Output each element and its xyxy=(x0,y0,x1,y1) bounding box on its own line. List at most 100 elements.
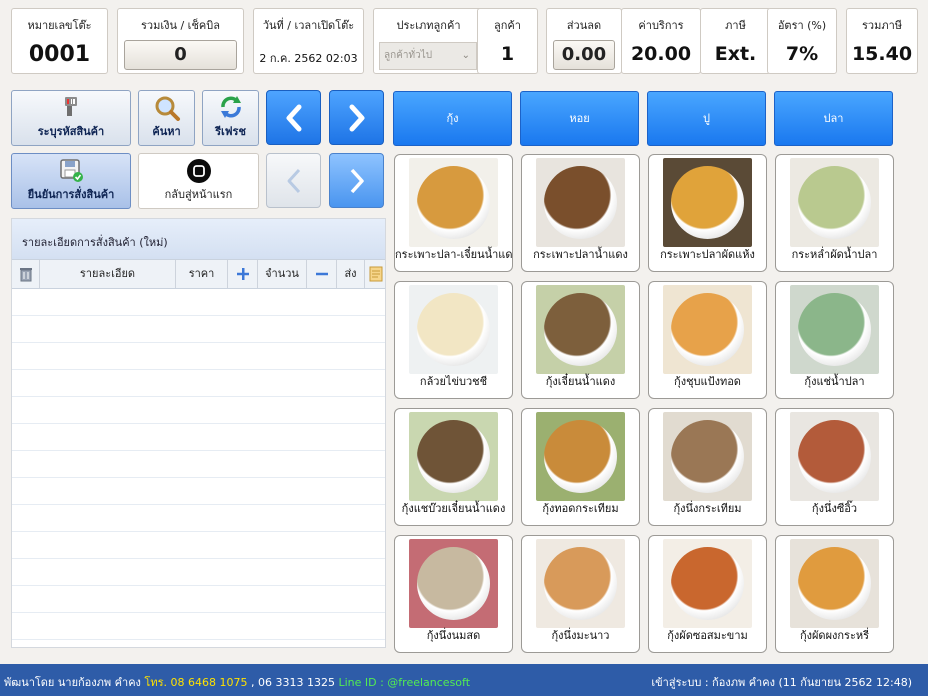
dish-plate xyxy=(544,166,617,239)
tel-label: โทร. xyxy=(144,676,167,689)
dish-plate xyxy=(544,293,617,366)
chevron-left-icon xyxy=(286,104,301,132)
order-row[interactable] xyxy=(12,478,385,505)
tax-rate-value: 7% xyxy=(785,43,819,65)
dish-image xyxy=(663,158,752,247)
menu-item[interactable]: กระเพาะปลาผัดแห้ง xyxy=(648,154,767,272)
menu-item[interactable]: กุ้งผัดผงกระหรี่ xyxy=(775,535,894,653)
refresh-button[interactable]: รีเฟรช xyxy=(202,90,259,146)
menu-item[interactable]: กล้วยไข่บวชชี xyxy=(394,281,513,399)
order-row[interactable] xyxy=(12,370,385,397)
discount-button[interactable]: 0.00 xyxy=(553,40,615,70)
menu-item[interactable]: กุ้งผัดซอสมะขาม xyxy=(648,535,767,653)
order-rows xyxy=(12,289,385,647)
order-row[interactable] xyxy=(12,505,385,532)
developer-info: พัฒนาโดย นายก้องภพ คำคง โทร. 08 6468 107… xyxy=(4,673,470,691)
service-charge-value: 20.00 xyxy=(630,43,692,65)
home-button-label: กลับสู่หน้าแรก xyxy=(164,188,233,201)
menu-item[interactable]: กุ้งแช่น้ำปลา xyxy=(775,281,894,399)
customer-type-select[interactable]: ลูกค้าทั่วไป ⌄ xyxy=(379,42,477,70)
menu-item[interactable]: กุ้งนึ่งนมสด xyxy=(394,535,513,653)
discount-cell: ส่วนลด 0.00 xyxy=(546,8,622,74)
nav-next-button[interactable] xyxy=(329,90,384,145)
dish-image xyxy=(536,539,625,628)
dish-plate xyxy=(798,293,871,366)
menu-item[interactable]: กระเพาะปลา-เจี๋ยนน้ำแดง xyxy=(394,154,513,272)
note-column[interactable] xyxy=(365,260,386,288)
search-button[interactable]: ค้นหา xyxy=(138,90,195,146)
order-row[interactable] xyxy=(12,424,385,451)
dish-image xyxy=(663,285,752,374)
check-bill-button[interactable]: 0 xyxy=(124,40,237,70)
dish-name: กุ้งนึ่งนมสด xyxy=(426,629,481,642)
dish-image xyxy=(663,412,752,501)
order-row[interactable] xyxy=(12,613,385,640)
open-time-label: วันที่ / เวลาเปิดโต๊ะ xyxy=(262,19,355,32)
dish-plate xyxy=(671,547,744,620)
dish-image xyxy=(409,285,498,374)
table-number-label: หมายเลขโต๊ะ xyxy=(27,19,92,32)
plus-icon xyxy=(236,268,249,280)
menu-item[interactable]: กุ้งนึ่งมะนาว xyxy=(521,535,640,653)
dish-name: กระเพาะปลาน้ำแดง xyxy=(533,248,628,261)
menu-item[interactable]: กุ้งทอดกระเทียม xyxy=(521,408,640,526)
total-tax-value: 15.40 xyxy=(851,43,913,65)
dish-plate xyxy=(544,547,617,620)
nav-next-secondary-button[interactable] xyxy=(329,153,384,208)
dish-name: กระหล่ำผัดน้ำปลา xyxy=(791,248,878,261)
status-footer: พัฒนาโดย นายก้องภพ คำคง โทร. 08 6468 107… xyxy=(0,664,928,696)
dish-name: กุ้งแช่น้ำปลา xyxy=(804,375,865,388)
menu-item[interactable]: กระเพาะปลาน้ำแดง xyxy=(521,154,640,272)
line-id: Line ID : @freelancesoft xyxy=(338,676,471,689)
dish-image xyxy=(790,158,879,247)
tel-1: 08 6468 1075 xyxy=(170,676,248,689)
order-row[interactable] xyxy=(12,316,385,343)
menu-item[interactable]: กุ้งนึ่งกระเทียม xyxy=(648,408,767,526)
dish-image xyxy=(536,285,625,374)
dish-image xyxy=(790,539,879,628)
home-button[interactable]: กลับสู่หน้าแรก xyxy=(138,153,259,209)
dish-plate xyxy=(671,293,744,366)
menu-item[interactable]: กุ้งนึ่งซีอิ๊ว xyxy=(775,408,894,526)
dish-name: กุ้งนึ่งมะนาว xyxy=(551,629,610,642)
decrease-qty-column[interactable] xyxy=(307,260,337,288)
order-row[interactable] xyxy=(12,532,385,559)
search-icon xyxy=(139,95,194,121)
category-tab-shellfish[interactable]: หอย xyxy=(520,91,639,146)
category-tab-fish[interactable]: ปลา xyxy=(774,91,893,146)
category-tab-crab[interactable]: ปู xyxy=(647,91,766,146)
order-row[interactable] xyxy=(12,397,385,424)
order-row[interactable] xyxy=(12,343,385,370)
dish-plate xyxy=(798,420,871,493)
menu-item[interactable]: กระหล่ำผัดน้ำปลา xyxy=(775,154,894,272)
order-row[interactable] xyxy=(12,586,385,613)
menu-item[interactable]: กุ้งเจี๋ยนน้ำแดง xyxy=(521,281,640,399)
order-row[interactable] xyxy=(12,289,385,316)
order-row[interactable] xyxy=(12,451,385,478)
service-charge-label: ค่าบริการ xyxy=(638,19,684,32)
dish-image xyxy=(536,158,625,247)
dish-plate xyxy=(544,420,617,493)
dish-image xyxy=(409,539,498,628)
nav-prev-button[interactable] xyxy=(266,90,321,145)
dish-name: กุ้งนึ่งซีอิ๊ว xyxy=(811,502,858,515)
order-row[interactable] xyxy=(12,559,385,586)
barcode-button[interactable]: ระบุรหัสสินค้า xyxy=(11,90,131,146)
delete-column[interactable] xyxy=(12,260,40,288)
tax-label: ภาษี xyxy=(725,19,746,32)
dish-image xyxy=(536,412,625,501)
menu-item[interactable]: กุ้งแชบ๊วยเจี๋ยนน้ำแดง xyxy=(394,408,513,526)
menu-item[interactable]: กุ้งชุบแป้งทอด xyxy=(648,281,767,399)
save-icon xyxy=(12,158,130,182)
chevron-left-icon xyxy=(287,168,300,194)
confirm-order-button[interactable]: ยืนยันการสั่งสินค้า xyxy=(11,153,131,209)
nav-prev-disabled-button[interactable] xyxy=(266,153,321,208)
customer-count-value: 1 xyxy=(500,43,515,65)
dish-image xyxy=(790,412,879,501)
refresh-button-label: รีเฟรช xyxy=(215,125,246,138)
category-tab-shrimp[interactable]: กุ้ง xyxy=(393,91,512,146)
tax-rate-label: อัตรา (%) xyxy=(777,19,827,32)
increase-qty-column[interactable] xyxy=(228,260,258,288)
open-time-value: 2 ก.ค. 2562 02:03 xyxy=(259,52,358,65)
total-tax-label: รวมภาษี xyxy=(861,19,902,32)
